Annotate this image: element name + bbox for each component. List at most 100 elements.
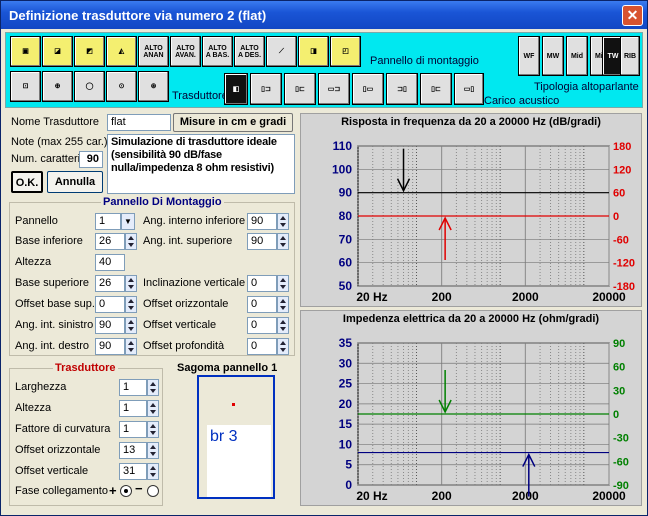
- notes-textarea[interactable]: Simulazione di trasduttore ideale (sensi…: [107, 134, 295, 194]
- speaker-icon: ◧: [232, 85, 240, 93]
- load-button-3[interactable]: ▯⊏: [284, 73, 316, 105]
- y-tick-label: 0: [345, 478, 352, 492]
- ribbon-icon: RIB: [623, 52, 637, 60]
- load-button-2[interactable]: ▯⊐: [250, 73, 282, 105]
- x-tick-label: 20000: [592, 489, 626, 503]
- y-tick-label: 5: [345, 458, 352, 472]
- transducer-button-5[interactable]: ⊛: [138, 71, 169, 102]
- mount-button-1[interactable]: ▣: [10, 36, 41, 67]
- number-field[interactable]: 90: [247, 213, 277, 230]
- load-button-8[interactable]: ▭▯: [454, 73, 484, 105]
- number-field[interactable]: 0: [247, 317, 277, 334]
- phase-plus-radio[interactable]: [120, 485, 132, 497]
- number-field[interactable]: 90: [95, 338, 125, 355]
- field-label: Ang. int. superiore: [143, 235, 233, 247]
- transducer-button-4[interactable]: ⊙: [106, 71, 137, 102]
- field-label: Inclinazione verticale: [143, 277, 246, 289]
- type-label: Tipologia altoparlante: [534, 81, 639, 93]
- impedance-chart: Impedenza elettrica da 20 a 20000 Hz (oh…: [300, 310, 642, 506]
- panel-icon: ◨: [310, 48, 317, 55]
- number-field[interactable]: 26: [95, 233, 125, 250]
- number-field[interactable]: 0: [247, 275, 277, 292]
- mount-button-5[interactable]: ALTO ANAN: [138, 36, 169, 67]
- enclosure-icon: ▯⊐: [261, 85, 271, 93]
- transducer-button-3[interactable]: ◯: [74, 71, 105, 102]
- phase-label: Fase collegamento: [15, 485, 108, 497]
- mount-button-10[interactable]: ◨: [298, 36, 329, 67]
- transducer-label: Trasduttore: [172, 90, 228, 102]
- number-field[interactable]: 13: [119, 442, 147, 459]
- y-tick-label: 70: [339, 232, 353, 246]
- mount-button-3[interactable]: ◩: [74, 36, 105, 67]
- spinner-arrows-icon[interactable]: [147, 463, 159, 480]
- spinner-arrows-icon[interactable]: [125, 296, 137, 313]
- close-button[interactable]: ✕: [622, 5, 643, 26]
- units-button[interactable]: Misure in cm e gradi: [173, 113, 293, 132]
- shape-canvas: br 3: [207, 425, 271, 497]
- mount-button-9[interactable]: ⟋: [266, 36, 297, 67]
- name-field[interactable]: flat: [107, 114, 171, 131]
- number-field[interactable]: 26: [95, 275, 125, 292]
- spinner-arrows-icon[interactable]: [125, 275, 137, 292]
- spinner-arrows-icon[interactable]: [147, 379, 159, 396]
- ok-button[interactable]: O.K.: [11, 171, 43, 193]
- load-button-7[interactable]: ▯⊏: [420, 73, 452, 105]
- x-tick-label: 2000: [512, 290, 539, 304]
- spinner-arrows-icon[interactable]: [277, 233, 289, 250]
- field-label: Ang. int. destro: [15, 340, 89, 352]
- number-field[interactable]: 0: [247, 296, 277, 313]
- number-field[interactable]: 1: [119, 421, 147, 438]
- y2-tick-label: 0: [613, 211, 619, 223]
- mount-button-7[interactable]: ALTO A BAS.: [202, 36, 233, 67]
- type-button-mw[interactable]: MW: [542, 36, 564, 76]
- number-field[interactable]: 90: [247, 233, 277, 250]
- spinner-arrows-icon[interactable]: [277, 296, 289, 313]
- transducer-icon: ⊛: [150, 83, 157, 90]
- load-button-1[interactable]: ◧: [224, 73, 248, 105]
- spinner-arrows-icon[interactable]: [125, 317, 137, 334]
- type-button-rib[interactable]: RIB: [620, 36, 640, 76]
- number-field[interactable]: 1: [119, 400, 147, 417]
- transducer-title: Trasduttore: [53, 362, 118, 374]
- number-field[interactable]: 1: [119, 379, 147, 396]
- mount-label: ALTO AVAN.: [175, 44, 196, 59]
- spinner-arrows-icon[interactable]: [277, 213, 289, 230]
- transducer-button-1[interactable]: ⊡: [10, 71, 41, 102]
- load-button-6[interactable]: ⊐▯: [386, 73, 418, 105]
- spinner-arrows-icon[interactable]: [277, 275, 289, 292]
- field-label: Altezza: [15, 256, 52, 268]
- mount-button-8[interactable]: ALTO A DES.: [234, 36, 265, 67]
- spinner-arrows-icon[interactable]: [147, 400, 159, 417]
- spinner-arrows-icon[interactable]: [277, 317, 289, 334]
- type-button-mid[interactable]: Mid: [566, 36, 588, 76]
- mount-label: Pannello di montaggio: [370, 55, 479, 67]
- shape-title: Sagoma pannello 1: [177, 362, 278, 374]
- spinner-arrows-icon[interactable]: [125, 338, 137, 355]
- cancel-button[interactable]: Annulla: [47, 171, 103, 193]
- panel-select[interactable]: 1: [95, 213, 121, 230]
- number-field[interactable]: 40: [95, 254, 125, 271]
- spinner-arrows-icon[interactable]: [147, 421, 159, 438]
- mount-button-4[interactable]: ◭: [106, 36, 137, 67]
- chevron-down-icon[interactable]: ▼: [121, 213, 135, 230]
- number-field[interactable]: 31: [119, 463, 147, 480]
- y2-tick-label: -30: [613, 433, 629, 445]
- phase-minus-radio[interactable]: [147, 485, 159, 497]
- enclosure-icon: ▭▯: [463, 85, 475, 93]
- spinner-arrows-icon[interactable]: [277, 338, 289, 355]
- load-button-5[interactable]: ▯▭: [352, 73, 384, 105]
- number-field[interactable]: 0: [95, 296, 125, 313]
- spinner-arrows-icon[interactable]: [147, 442, 159, 459]
- mount-button-2[interactable]: ◪: [42, 36, 73, 67]
- y2-tick-label: -60: [613, 234, 629, 246]
- type-button-wf[interactable]: WF: [518, 36, 540, 76]
- title-bar[interactable]: Definizione trasduttore via numero 2 (fl…: [1, 1, 647, 29]
- mount-button-11[interactable]: ◰: [330, 36, 361, 67]
- impedance-chart-svg: 353025201510509060300-30-60-9020 Hz 200 20…: [339, 336, 629, 503]
- number-field[interactable]: 90: [95, 317, 125, 334]
- transducer-button-2[interactable]: ⊕: [42, 71, 73, 102]
- number-field[interactable]: 0: [247, 338, 277, 355]
- mount-button-6[interactable]: ALTO AVAN.: [170, 36, 201, 67]
- load-button-4[interactable]: ▭⊐: [318, 73, 350, 105]
- spinner-arrows-icon[interactable]: [125, 233, 137, 250]
